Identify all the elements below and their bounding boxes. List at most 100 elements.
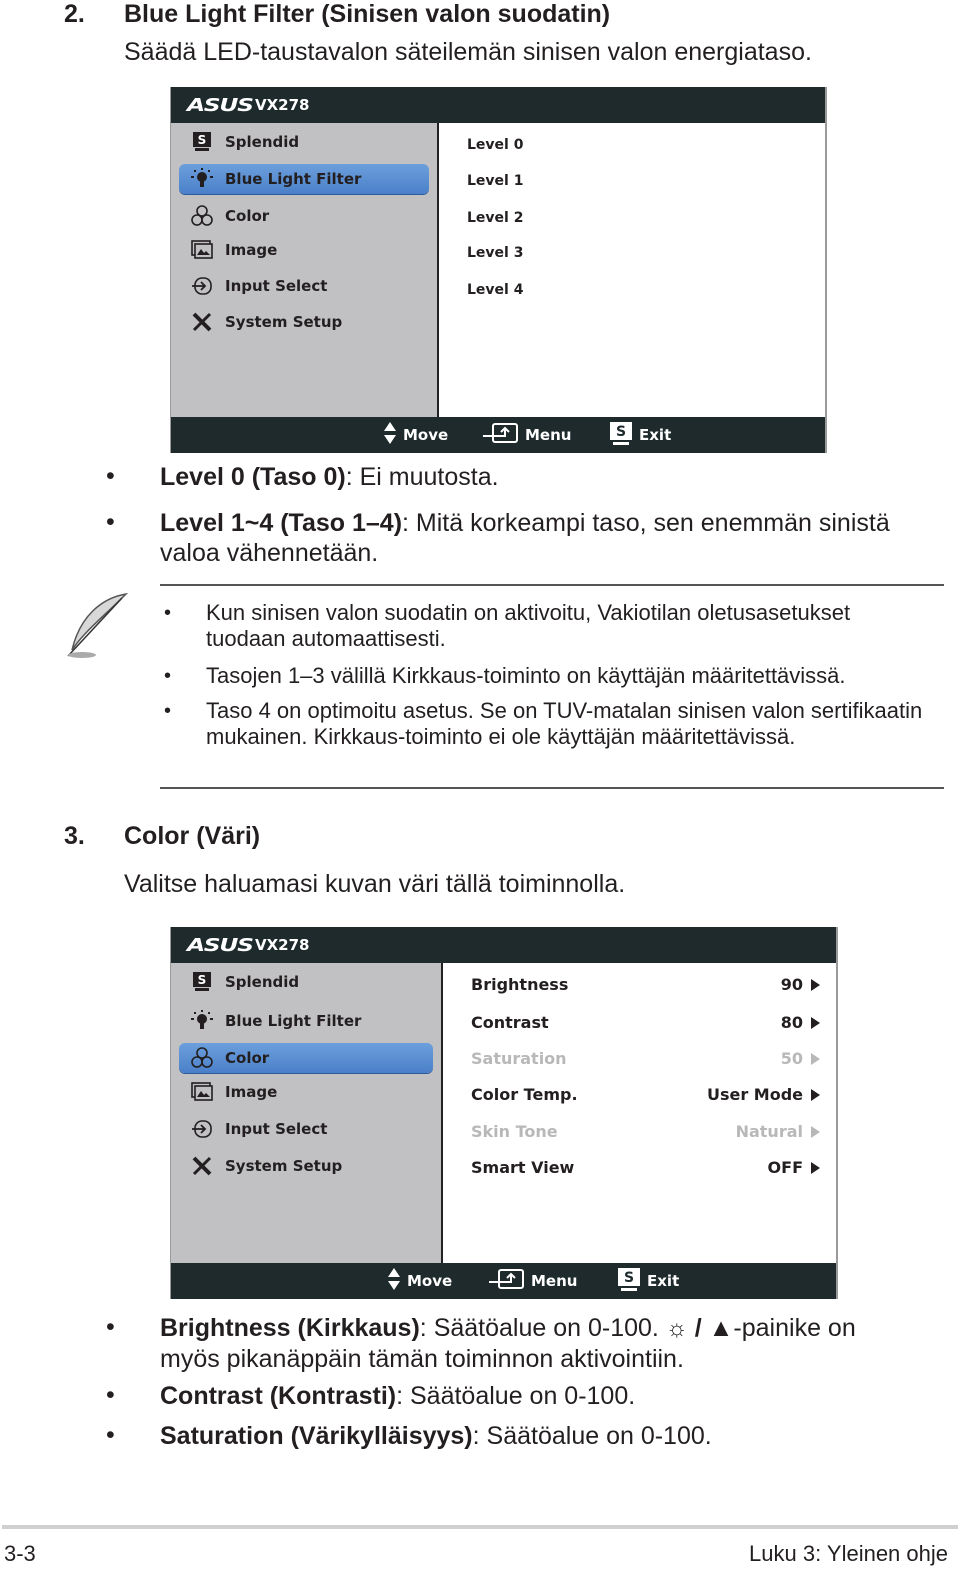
menu-item-system-setup[interactable]: System Setup xyxy=(179,1151,433,1181)
menu-item-system-setup[interactable]: System Setup xyxy=(179,307,429,337)
menu-item-input-select[interactable]: Input Select xyxy=(179,271,429,301)
menu-item-blue-light-filter[interactable]: Blue Light Filter xyxy=(179,1006,433,1036)
chapter-title: Luku 3: Yleinen ohje xyxy=(749,1541,948,1566)
right-arrow-icon xyxy=(811,1016,820,1029)
setting-saturation: Saturation 50 xyxy=(471,1049,820,1068)
section-2-description: Säädä LED-taustavalon säteilemän sinisen… xyxy=(124,38,812,66)
bullet-contrast: Contrast (Kontrasti): Säätöalue on 0-100… xyxy=(160,1381,920,1411)
menu-hint: Menu xyxy=(489,1263,577,1299)
menu-item-label: Image xyxy=(225,241,278,259)
menu-item-label: Blue Light Filter xyxy=(225,170,362,188)
right-arrow-icon xyxy=(811,1052,820,1065)
menu-item-color[interactable]: Color xyxy=(179,1043,433,1073)
bulb-icon xyxy=(189,1010,215,1032)
input-icon xyxy=(189,1118,215,1140)
right-arrow-icon xyxy=(811,1161,820,1174)
rgb-icon xyxy=(189,205,215,227)
bullet-dot: • xyxy=(106,508,115,536)
up-down-arrows-icon xyxy=(387,1267,401,1295)
setting-label: Color Temp. xyxy=(471,1085,578,1104)
bullet-term: Level 1~4 (Taso 1–4) xyxy=(160,509,403,537)
menu-item-label: Input Select xyxy=(225,1120,328,1138)
option-level-2[interactable]: Level 2 xyxy=(467,210,523,226)
exit-label: Exit xyxy=(639,426,672,444)
svg-text:S: S xyxy=(616,424,626,440)
osd-submenu: Brightness 90 Contrast 80 Saturation 50 … xyxy=(443,963,836,1263)
section-title: Color (Väri) xyxy=(124,822,261,850)
menu-item-label: System Setup xyxy=(225,313,343,331)
setting-label: Skin Tone xyxy=(471,1122,558,1141)
option-level-1[interactable]: Level 1 xyxy=(467,173,523,189)
svg-text:S: S xyxy=(198,133,207,147)
note-item: Taso 4 on optimoitu asetus. Se on TUV-ma… xyxy=(206,698,923,749)
bullet-dot: • xyxy=(164,665,172,687)
menu-item-label: Input Select xyxy=(225,277,328,295)
setting-color-temp[interactable]: Color Temp. User Mode xyxy=(471,1085,820,1104)
bullet-text: : Ei muutosta. xyxy=(345,463,499,491)
setting-value: User Mode xyxy=(706,1085,803,1104)
bullet-term: Level 0 (Taso 0) xyxy=(160,463,346,491)
option-level-4[interactable]: Level 4 xyxy=(467,282,523,298)
menu-item-input-select[interactable]: Input Select xyxy=(179,1114,433,1144)
option-level-3[interactable]: Level 3 xyxy=(467,245,523,261)
menu-item-blue-light-filter[interactable]: Blue Light Filter xyxy=(179,164,429,194)
setting-smart-view[interactable]: Smart View OFF xyxy=(471,1158,820,1177)
menu-item-splendid[interactable]: S Splendid xyxy=(179,127,429,157)
osd-blue-light-filter: ASUS VX278 S Splendid Blue Light Filter … xyxy=(170,87,827,453)
section-title: Blue Light Filter (Sinisen valon suodati… xyxy=(124,0,611,28)
section-3-description: Valitse haluamasi kuvan väri tällä toimi… xyxy=(124,870,626,898)
image-icon xyxy=(189,239,215,261)
menu-item-label: Blue Light Filter xyxy=(225,1012,362,1030)
exit-hint: S Exit xyxy=(609,417,671,453)
bullet-dot: • xyxy=(106,1381,115,1409)
setting-label: Saturation xyxy=(471,1049,567,1068)
menu-label: Menu xyxy=(525,426,572,444)
osd-footer: Move Menu S Exit xyxy=(171,1263,836,1299)
bulb-icon xyxy=(189,168,215,190)
menu-item-label: Color xyxy=(225,207,270,225)
menu-item-label: Splendid xyxy=(225,133,300,151)
menu-item-color[interactable]: Color xyxy=(179,201,429,231)
setting-label: Contrast xyxy=(471,1013,549,1032)
bullet-level-0: Level 0 (Taso 0): Ei muutosta. xyxy=(160,462,920,492)
enter-icon xyxy=(483,422,519,448)
exit-hint: S Exit xyxy=(617,1263,679,1299)
bullet-term: Brightness (Kirkkaus) xyxy=(160,1314,420,1342)
osd-header: ASUS VX278 xyxy=(171,87,825,123)
bullet-term: Saturation (Värikylläisyys) xyxy=(160,1422,473,1450)
bullet-level-1-4: Level 1~4 (Taso 1–4): Mitä korkeampi tas… xyxy=(160,508,920,568)
page-number: 3-3 xyxy=(4,1541,36,1566)
setting-value: 50 xyxy=(780,1049,803,1068)
menu-item-splendid[interactable]: S Splendid xyxy=(179,967,433,997)
right-arrow-icon xyxy=(811,1088,820,1101)
svg-text:S: S xyxy=(624,1270,634,1286)
tools-icon xyxy=(189,311,215,333)
menu-item-image[interactable]: Image xyxy=(179,235,429,265)
menu-item-image[interactable]: Image xyxy=(179,1077,433,1107)
menu-label: Menu xyxy=(531,1272,578,1290)
right-arrow-icon xyxy=(811,978,820,991)
option-level-0[interactable]: Level 0 xyxy=(467,137,523,153)
bullet-brightness: Brightness (Kirkkaus): Säätöalue on 0-10… xyxy=(160,1313,920,1374)
bullet-text: : Säätöalue on 0-100. xyxy=(419,1314,666,1342)
splendid-icon: S xyxy=(189,971,215,993)
right-arrow-icon xyxy=(811,1125,820,1138)
bullet-dot: • xyxy=(164,700,172,722)
menu-hint: Menu xyxy=(483,417,571,453)
splendid-icon: S xyxy=(189,131,215,153)
setting-skin-tone: Skin Tone Natural xyxy=(471,1122,820,1141)
bullet-text: : Säätöalue on 0-100. xyxy=(472,1422,712,1450)
bullet-dot: • xyxy=(164,602,172,624)
setting-brightness[interactable]: Brightness 90 xyxy=(471,975,820,994)
move-label: Move xyxy=(403,426,449,444)
menu-item-label: Color xyxy=(225,1049,270,1067)
enter-icon xyxy=(489,1268,525,1294)
setting-contrast[interactable]: Contrast 80 xyxy=(471,1013,820,1032)
menu-item-label: Splendid xyxy=(225,973,300,991)
asus-logo: ASUS xyxy=(187,94,254,116)
image-icon xyxy=(189,1081,215,1103)
osd-header: ASUS VX278 xyxy=(171,927,836,963)
section-number: 3. xyxy=(64,822,85,850)
slash: / xyxy=(687,1314,709,1342)
move-label: Move xyxy=(407,1272,453,1290)
